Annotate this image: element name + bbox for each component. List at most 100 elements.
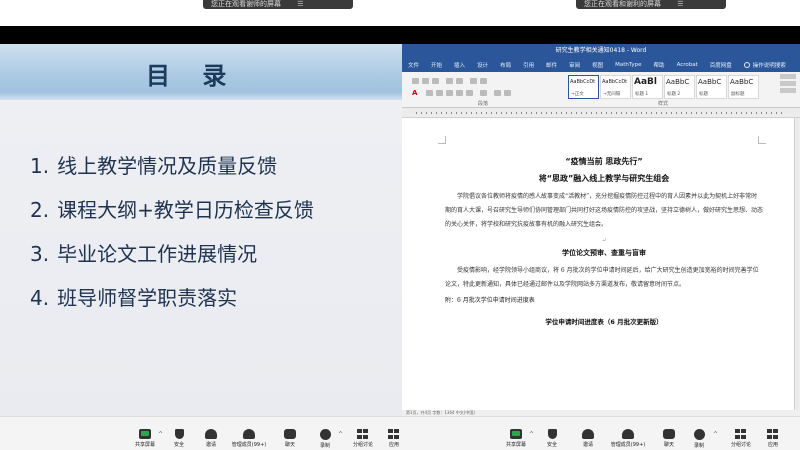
line-spacing-icon[interactable] — [480, 90, 487, 96]
bullets-icon[interactable] — [412, 78, 419, 84]
increase-indent-icon[interactable] — [456, 78, 463, 84]
shield-icon — [174, 429, 184, 439]
chat-icon — [663, 429, 675, 439]
manage-members-button[interactable]: 管理成员(99+) — [610, 429, 646, 448]
menu-icon[interactable]: ☰ — [297, 0, 303, 8]
empty-line: ↵ — [601, 237, 607, 244]
style-preview: AaBbC — [730, 78, 754, 86]
select-icon[interactable] — [780, 88, 796, 93]
document-page[interactable]: “疫情当前 思政先行” 将“思政”融入线上教学与研究生组会 学院倡议各位教师将疫… — [402, 118, 794, 410]
align-left-icon[interactable] — [426, 90, 433, 96]
horizontal-ruler — [402, 108, 800, 118]
tab-layout[interactable]: 布局 — [500, 61, 511, 69]
justify-icon[interactable] — [456, 90, 463, 96]
security-button[interactable]: 安全 — [534, 429, 570, 448]
vertical-scrollbar[interactable] — [794, 118, 800, 410]
crop-mark — [758, 136, 766, 144]
document-body: “疫情当前 思政先行” 将“思政”融入线上教学与研究生组会 学院倡议各位教师将疫… — [445, 156, 763, 326]
editing-group — [780, 74, 796, 104]
tab-view[interactable]: 视图 — [592, 61, 603, 69]
chat-icon — [284, 429, 296, 439]
chat-button[interactable]: 聊天 — [272, 429, 308, 448]
doc-heading-2: 将“思政”融入线上教学与研究生组会 — [538, 174, 670, 183]
toolbar-label: 管理成员(99+) — [610, 442, 646, 448]
style-name: 副标题 — [731, 92, 745, 97]
doc-paragraph-1: 学院倡议各位教师将疫情的感人故事变成“活教材”，充分挖掘疫情防控过程中的育人因素… — [445, 193, 764, 228]
word-window: 研究生教学相关通知0418 - Word 文件 开始 插入 设计 布局 引用 邮… — [402, 44, 800, 416]
doc-table-title: 学位申请时间进度表（6 月批次更新版） — [545, 318, 663, 326]
style-normal[interactable]: AaBbCcDt →正文 — [568, 75, 599, 99]
replace-icon[interactable] — [780, 81, 796, 86]
tab-file[interactable]: 文件 — [408, 61, 419, 69]
chevron-up-icon[interactable]: ^ — [338, 431, 343, 438]
apps-button[interactable]: 应用 — [755, 429, 791, 448]
tab-baidu-netdisk[interactable]: 百度网盘 — [710, 61, 732, 69]
toolbar-label: 应用 — [767, 442, 778, 448]
decrease-indent-icon[interactable] — [446, 78, 453, 84]
style-title[interactable]: AaBbC 标题 — [696, 75, 727, 99]
tab-insert[interactable]: 插入 — [454, 61, 465, 69]
tab-references[interactable]: 引用 — [523, 61, 534, 69]
show-marks-icon[interactable] — [480, 78, 487, 84]
invite-button[interactable]: 邀请 — [193, 429, 229, 448]
word-ribbon: A 段落 AaBbCcDt →正文 AaBbCcDt →无间隔 AaBl 标题 1 A… — [402, 72, 800, 108]
group-label-styles: 样式 — [658, 101, 669, 107]
share-notice-left[interactable]: 您正在观看谢师的屏幕 ☰ — [203, 0, 353, 9]
breakout-button[interactable]: 分组讨论 — [723, 429, 759, 448]
members-icon — [622, 429, 634, 439]
sort-icon[interactable] — [470, 78, 477, 84]
toolbar-label: 聊天 — [284, 442, 295, 448]
tell-me-search[interactable]: 操作说明搜索 — [743, 61, 786, 69]
distributed-icon[interactable] — [466, 90, 473, 96]
find-icon[interactable] — [780, 74, 796, 79]
group-label-paragraph: 段落 — [478, 101, 489, 107]
tab-help[interactable]: 帮助 — [654, 61, 665, 69]
toolbar-label: 分组讨论 — [352, 442, 373, 448]
numbering-icon[interactable] — [422, 78, 429, 84]
shading-icon[interactable] — [494, 90, 501, 96]
chevron-up-icon[interactable]: ^ — [713, 431, 718, 438]
tab-mathtype[interactable]: MathType — [615, 62, 641, 68]
menu-icon[interactable]: ☰ — [677, 0, 683, 8]
style-no-spacing[interactable]: AaBbCcDt →无间隔 — [600, 75, 631, 99]
share-notice-right[interactable]: 您正在观看和谢利的屏幕 ☰ — [576, 0, 726, 9]
share-notice-text: 您正在观看和谢利的屏幕 — [584, 0, 661, 8]
font-color-icon[interactable]: A — [412, 89, 420, 97]
word-ribbon-tabs: 文件 开始 插入 设计 布局 引用 邮件 审阅 视图 MathType 帮助 A… — [402, 58, 800, 72]
tab-acrobat[interactable]: Acrobat — [677, 62, 698, 68]
breakout-icon — [357, 429, 369, 439]
security-button[interactable]: 安全 — [161, 429, 197, 448]
multilevel-list-icon[interactable] — [432, 78, 439, 84]
tab-mailings[interactable]: 邮件 — [546, 61, 557, 69]
toolbar-label: 录制 — [693, 443, 704, 449]
tab-review[interactable]: 审阅 — [569, 61, 580, 69]
doc-paragraph-2: 受疫情影响，经学院领导小组商议，将 6 月批次的学位申请时间延后，给广大研究生创… — [445, 267, 759, 288]
tab-design[interactable]: 设计 — [477, 61, 488, 69]
align-center-icon[interactable] — [436, 90, 443, 96]
align-right-icon[interactable] — [446, 90, 453, 96]
manage-members-button[interactable]: 管理成员(99+) — [231, 429, 267, 448]
meeting-screen: 您正在观看谢师的屏幕 ☰ 您正在观看和谢利的屏幕 ☰ 目 录 1. 线上教学情况及… — [0, 0, 800, 450]
letterbox-band — [0, 26, 800, 44]
toolbar-label: 安全 — [546, 442, 557, 448]
borders-icon[interactable] — [504, 90, 511, 96]
style-heading-2[interactable]: AaBbC 标题 2 — [664, 75, 695, 99]
invite-button[interactable]: 邀请 — [570, 429, 606, 448]
breakout-icon — [735, 429, 747, 439]
members-icon — [243, 429, 255, 439]
style-preview: AaBbCcDt — [602, 79, 628, 85]
agenda-item-text: 毕业论文工作进展情况 — [57, 242, 258, 266]
tab-home[interactable]: 开始 — [431, 61, 442, 69]
style-name: →无间隔 — [603, 92, 621, 97]
toolbar-label: 聊天 — [663, 442, 674, 448]
presentation-slide: 目 录 1. 线上教学情况及质量反馈 2. 课程大纲+教学日历检查反馈 3. 毕业论文… — [0, 44, 402, 416]
slide-agenda-list: 1. 线上教学情况及质量反馈 2. 课程大纲+教学日历检查反馈 3. 毕业论文工作进展… — [30, 144, 314, 320]
agenda-item-number: 1. — [30, 154, 50, 178]
shield-icon — [547, 429, 557, 439]
agenda-item: 2. 课程大纲+教学日历检查反馈 — [30, 188, 314, 232]
record-button[interactable]: 录制 — [681, 429, 717, 449]
lightbulb-icon — [743, 62, 750, 68]
style-subtitle[interactable]: AaBbC 副标题 — [728, 75, 759, 99]
style-heading-1[interactable]: AaBl 标题 1 — [632, 75, 663, 99]
slide-title: 目 录 — [146, 62, 239, 90]
